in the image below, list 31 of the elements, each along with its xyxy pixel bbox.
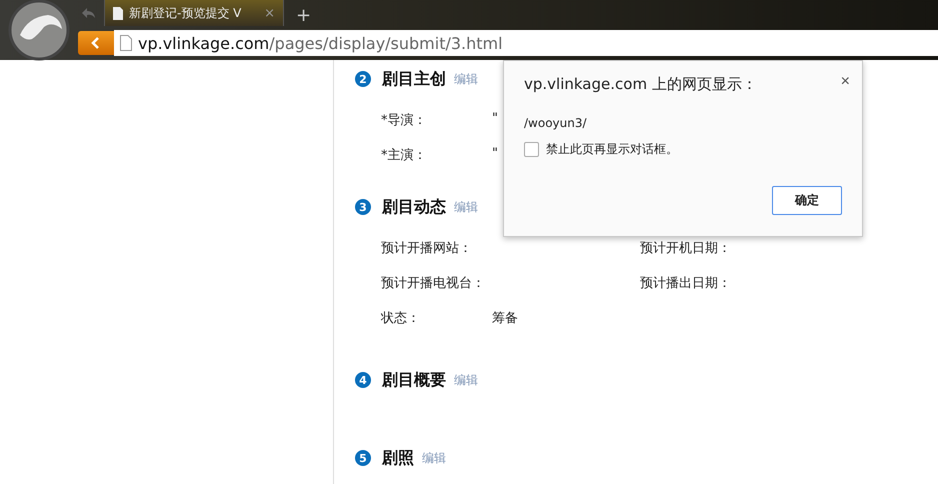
field-label: *导演： [381, 112, 428, 128]
section-title: 剧照 [382, 448, 414, 468]
ok-button[interactable]: 确定 [772, 186, 842, 215]
field-label: 预计播出日期： [640, 274, 732, 292]
dialog-title: vp.vlinkage.com 上的网页显示： [524, 75, 757, 94]
browser-tab[interactable]: 新剧登记-预览提交 V × [104, 0, 284, 26]
field-label: 预计开机日期： [640, 240, 732, 256]
section-number: 5 [355, 450, 371, 466]
field-label: 状态： [381, 310, 421, 326]
new-tab-button[interactable]: + [290, 5, 318, 26]
section-number: 2 [355, 71, 371, 87]
checkbox-label: 禁止此页再显示对话框。 [546, 141, 678, 158]
field-value: " [492, 110, 498, 128]
section-title: 剧目动态 [382, 196, 446, 218]
page-icon [120, 35, 132, 51]
chevron-left-icon [91, 36, 101, 50]
section-number: 3 [355, 199, 371, 215]
close-button[interactable]: × [840, 73, 850, 91]
field-label: 预计开播电视台： [381, 274, 486, 292]
section-number: 4 [355, 372, 371, 388]
address-bar[interactable]: vp.vlinkage.com/pages/display/submit/3.html [114, 30, 938, 56]
field-value: 筹备 [492, 310, 518, 326]
section-title: 剧目主创 [382, 68, 446, 90]
field-label: *主演： [381, 146, 428, 164]
field-label: 预计开播网站： [381, 240, 473, 256]
section-title: 剧目概要 [382, 370, 446, 390]
checkbox[interactable] [524, 142, 539, 157]
dialog-message: /wooyun3/ [524, 116, 588, 130]
back-button[interactable] [78, 31, 114, 55]
page-icon [113, 6, 123, 20]
field-value: " [492, 146, 498, 162]
